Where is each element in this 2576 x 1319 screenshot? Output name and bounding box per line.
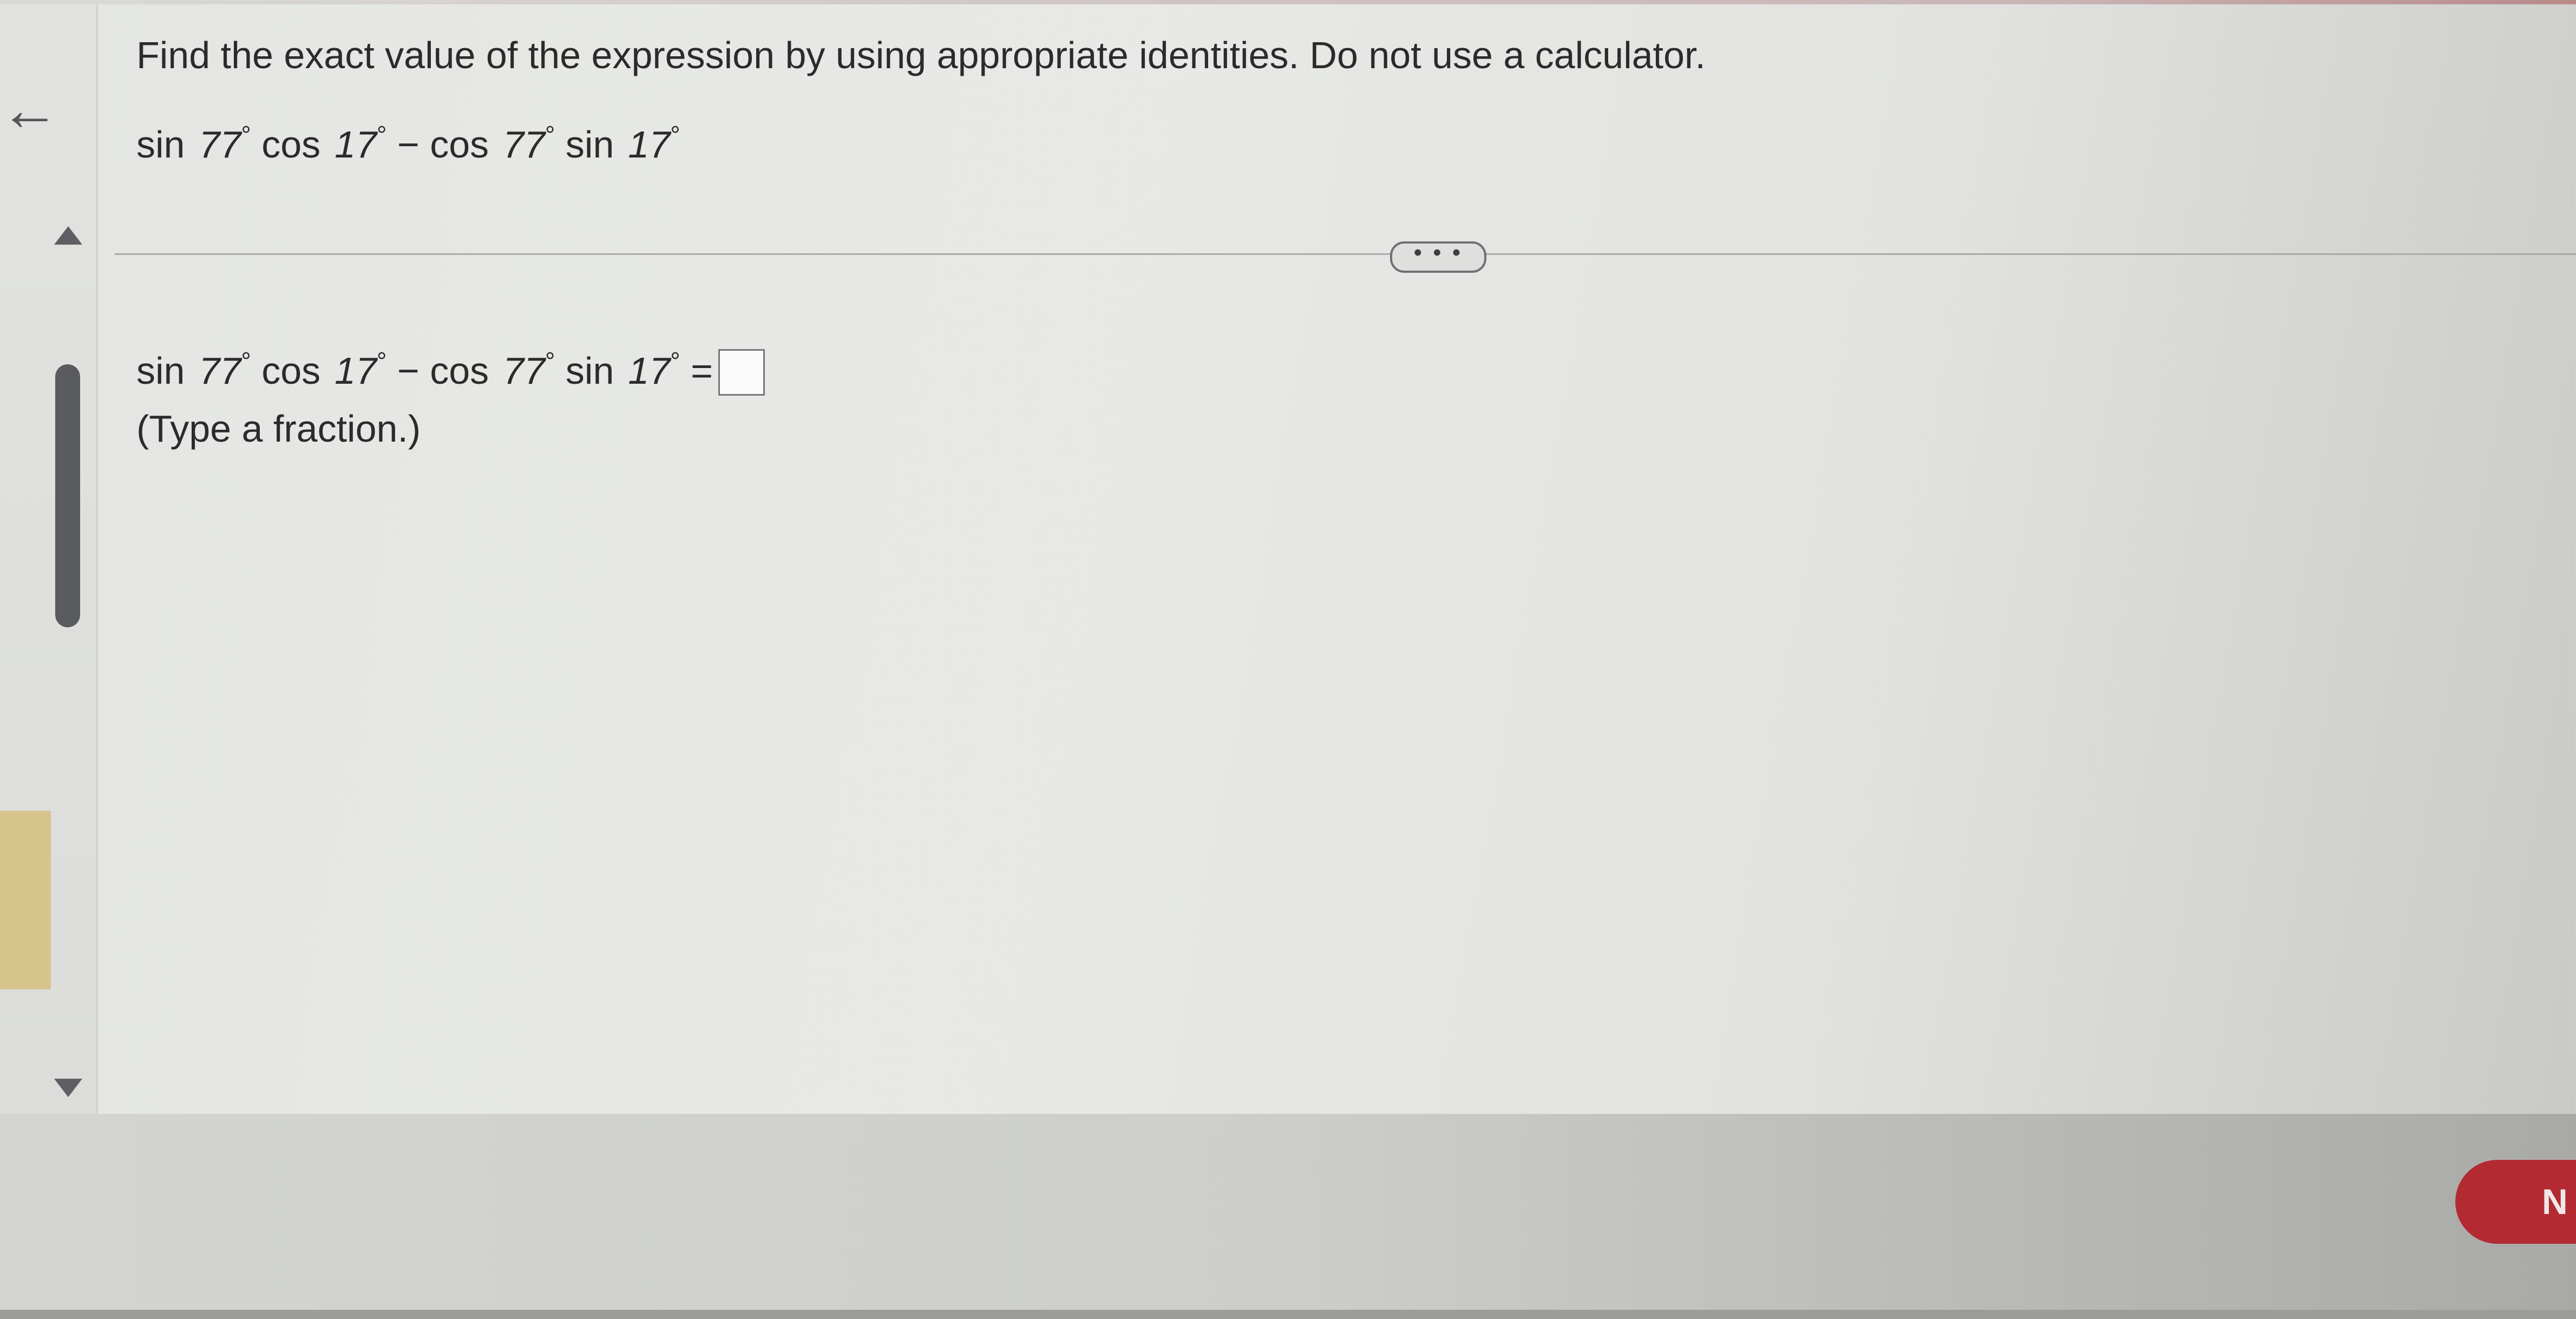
answer-expression: sin 77° cos 17° − cos 77° sin 17° = xyxy=(136,346,765,396)
back-arrow-icon[interactable]: ← xyxy=(0,80,60,140)
side-tab[interactable] xyxy=(0,811,51,989)
left-rail: ← xyxy=(0,4,98,1114)
footer-bar xyxy=(0,1114,2576,1319)
top-strip xyxy=(0,0,2576,4)
scroll-down-icon[interactable] xyxy=(54,1079,82,1097)
question-instruction: Find the exact value of the expression b… xyxy=(136,34,1706,76)
section-divider xyxy=(115,253,2576,255)
question-expression: sin 77° cos 17° − cos 77° sin 17° xyxy=(136,121,680,166)
next-button[interactable]: N xyxy=(2455,1160,2576,1244)
answer-input[interactable] xyxy=(718,349,765,396)
bottom-edge xyxy=(0,1310,2576,1319)
scroll-thumb[interactable] xyxy=(55,364,80,627)
expand-more-button[interactable]: • • • xyxy=(1390,241,1486,273)
answer-hint: (Type a fraction.) xyxy=(136,408,421,450)
scroll-up-icon[interactable] xyxy=(54,226,82,245)
